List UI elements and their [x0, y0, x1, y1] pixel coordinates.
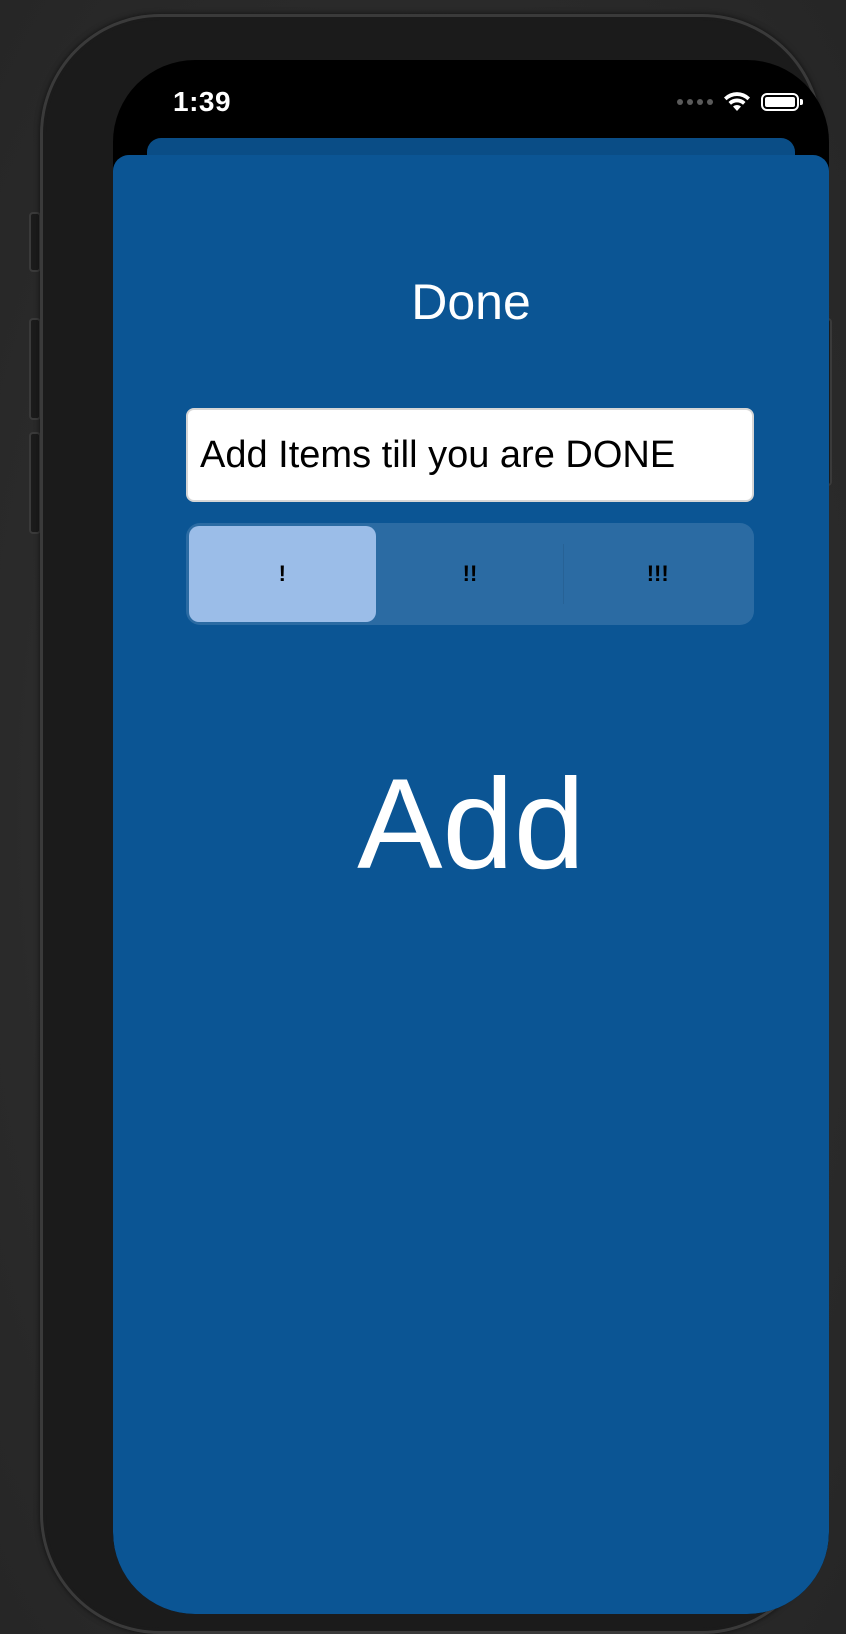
phone-screen: 1:39 Done Add Items till you are DONE ! [113, 60, 829, 1614]
phone-frame: 1:39 Done Add Items till you are DONE ! [40, 14, 829, 1634]
wifi-icon [724, 92, 750, 111]
battery-icon [761, 93, 803, 111]
notch [270, 60, 672, 120]
priority-segmented-control: ! !! !!! [186, 523, 754, 625]
sheet-title: Done [411, 274, 531, 330]
priority-segment-low[interactable]: ! [189, 526, 376, 622]
add-item-sheet: Done Add Items till you are DONE ! !! !!… [113, 155, 829, 1614]
add-button[interactable]: Add [113, 755, 829, 895]
status-time: 1:39 [173, 86, 232, 117]
priority-segment-high[interactable]: !!! [564, 526, 751, 622]
status-indicators [677, 90, 803, 114]
item-text-field[interactable]: Add Items till you are DONE [186, 408, 754, 502]
priority-segment-medium[interactable]: !! [377, 526, 564, 622]
cellular-signal-icon [677, 99, 713, 105]
